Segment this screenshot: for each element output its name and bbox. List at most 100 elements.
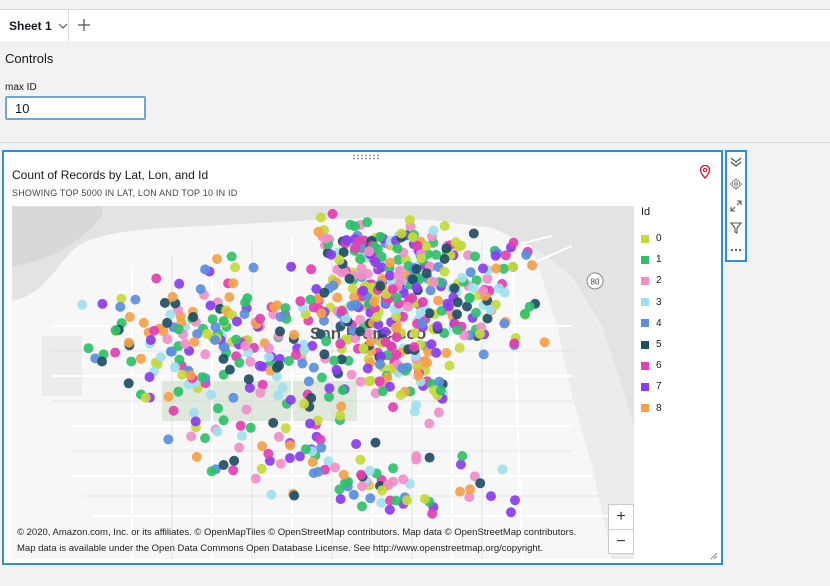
- map-point[interactable]: [428, 225, 439, 236]
- map-area[interactable]: 80 San Francisco + − © 2020, Amazon.com,…: [12, 206, 634, 559]
- map-point[interactable]: [321, 336, 332, 347]
- map-point[interactable]: [384, 504, 395, 515]
- map-point[interactable]: [268, 417, 279, 428]
- map-point[interactable]: [362, 217, 373, 228]
- map-point[interactable]: [424, 418, 435, 429]
- map-point[interactable]: [482, 313, 493, 324]
- map-point[interactable]: [283, 356, 294, 366]
- map-point[interactable]: [391, 495, 402, 506]
- map-point[interactable]: [465, 484, 475, 495]
- map-point[interactable]: [486, 491, 496, 502]
- map-point[interactable]: [245, 356, 256, 367]
- map-point[interactable]: [255, 313, 266, 324]
- map-point[interactable]: [289, 490, 300, 501]
- map-point[interactable]: [206, 466, 217, 477]
- map-point[interactable]: [173, 324, 184, 335]
- map-point[interactable]: [349, 221, 360, 232]
- map-point[interactable]: [397, 363, 407, 373]
- map-point[interactable]: [263, 352, 274, 362]
- map-point[interactable]: [330, 462, 340, 473]
- map-point[interactable]: [326, 249, 337, 260]
- map-point[interactable]: [358, 285, 369, 296]
- map-point[interactable]: [455, 486, 465, 497]
- map-point[interactable]: [328, 280, 339, 291]
- filter-icon[interactable]: [729, 221, 743, 235]
- map-point[interactable]: [351, 439, 362, 449]
- map-point[interactable]: [285, 440, 296, 451]
- map-point[interactable]: [417, 297, 428, 307]
- map-point[interactable]: [380, 336, 391, 347]
- map-point[interactable]: [163, 391, 174, 402]
- zoom-in-button[interactable]: +: [609, 505, 633, 529]
- map-point[interactable]: [313, 466, 324, 477]
- map-point[interactable]: [255, 387, 266, 398]
- map-point[interactable]: [464, 292, 475, 303]
- map-point[interactable]: [427, 508, 438, 519]
- map-point[interactable]: [329, 355, 340, 366]
- map-point[interactable]: [519, 308, 530, 319]
- map-point[interactable]: [200, 349, 211, 360]
- map-point[interactable]: [468, 228, 479, 239]
- map-point[interactable]: [185, 370, 196, 381]
- map-point[interactable]: [250, 473, 261, 484]
- map-point[interactable]: [228, 465, 239, 476]
- map-point[interactable]: [411, 400, 422, 410]
- map-point[interactable]: [273, 431, 284, 442]
- map-point[interactable]: [155, 352, 166, 363]
- map-point[interactable]: [144, 372, 155, 382]
- map-point[interactable]: [411, 451, 422, 462]
- chevron-down-icon[interactable]: [58, 21, 68, 31]
- map-point[interactable]: [219, 342, 230, 353]
- map-point[interactable]: [240, 341, 251, 351]
- map-point[interactable]: [205, 300, 216, 311]
- map-point[interactable]: [212, 254, 222, 264]
- map-point[interactable]: [413, 370, 424, 381]
- legend-item-6[interactable]: 6: [641, 355, 721, 376]
- map-point[interactable]: [210, 335, 220, 345]
- map-point[interactable]: [295, 296, 306, 307]
- map-point[interactable]: [308, 362, 319, 373]
- map-point[interactable]: [151, 273, 162, 284]
- map-point[interactable]: [396, 228, 407, 239]
- map-point[interactable]: [350, 243, 360, 254]
- map-point[interactable]: [189, 337, 200, 347]
- map-point[interactable]: [374, 376, 385, 387]
- map-point[interactable]: [273, 390, 284, 401]
- add-sheet-icon[interactable]: [75, 16, 93, 34]
- map-point[interactable]: [338, 469, 349, 480]
- map-point[interactable]: [358, 343, 369, 354]
- map-point[interactable]: [370, 437, 381, 448]
- map-point[interactable]: [377, 386, 388, 397]
- map-point[interactable]: [375, 281, 386, 292]
- map-point[interactable]: [410, 328, 420, 339]
- map-point[interactable]: [186, 431, 197, 442]
- legend-item-1[interactable]: 1: [641, 249, 721, 270]
- map-point[interactable]: [433, 407, 444, 418]
- map-point[interactable]: [402, 301, 413, 312]
- map-point[interactable]: [126, 356, 137, 367]
- legend-item-3[interactable]: 3: [641, 292, 721, 313]
- map-point[interactable]: [135, 353, 146, 364]
- map-point[interactable]: [299, 344, 310, 355]
- map-point[interactable]: [521, 249, 532, 260]
- map-point[interactable]: [170, 362, 180, 373]
- map-point[interactable]: [424, 452, 435, 463]
- legend-item-8[interactable]: 8: [641, 398, 721, 419]
- map-point[interactable]: [457, 451, 468, 461]
- map-point[interactable]: [355, 376, 366, 387]
- map-point[interactable]: [218, 353, 229, 364]
- map-point[interactable]: [509, 338, 520, 349]
- map-point[interactable]: [77, 299, 88, 310]
- map-point[interactable]: [289, 329, 299, 340]
- map-point[interactable]: [363, 328, 374, 338]
- map-point[interactable]: [478, 263, 488, 274]
- map-point[interactable]: [475, 328, 485, 339]
- map-point[interactable]: [344, 273, 355, 284]
- map-point[interactable]: [506, 507, 516, 518]
- map-point[interactable]: [319, 349, 330, 360]
- map-point[interactable]: [355, 254, 366, 265]
- map-point[interactable]: [231, 334, 242, 345]
- map-point[interactable]: [392, 243, 403, 254]
- map-point[interactable]: [234, 442, 245, 453]
- map-point[interactable]: [305, 294, 316, 305]
